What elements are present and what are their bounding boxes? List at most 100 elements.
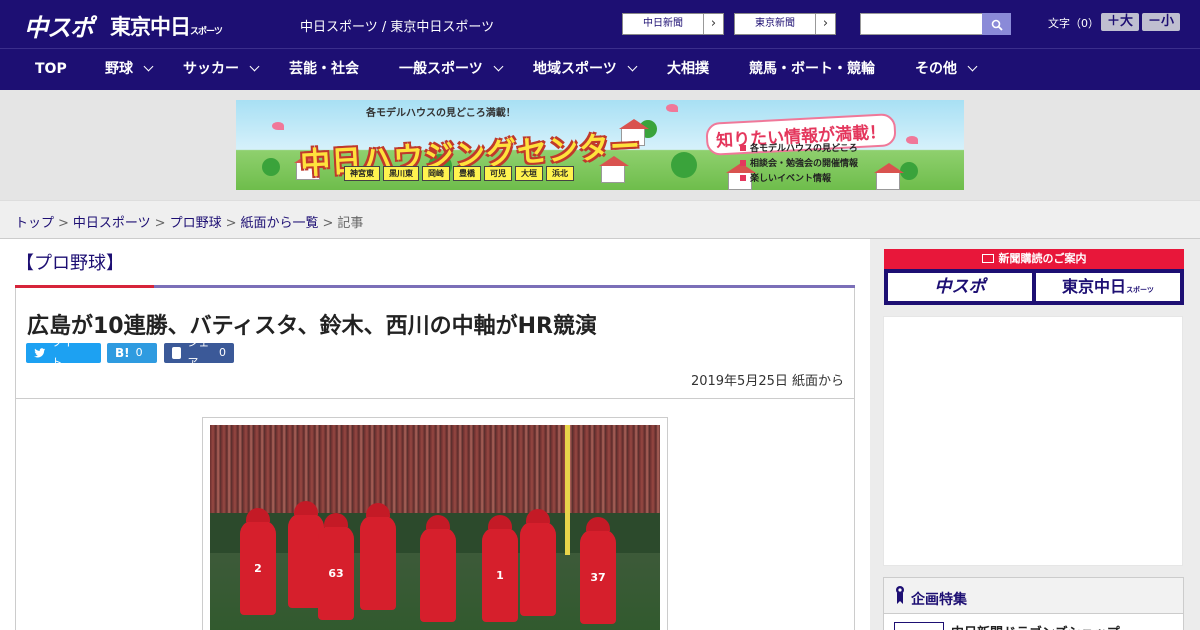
chevron-down-icon [249,61,260,72]
nav-item-other[interactable]: その他 [915,49,978,91]
banner-feature-list: 各モデルハウスの見どころ 相談会・勉強会の開催情報 楽しいイベント情報 [740,142,858,187]
player-jersey: 2 [254,562,262,575]
bullet-icon [740,145,746,151]
chunichi-shimbun-label: 中日新聞 [643,18,683,29]
search-icon [991,19,1003,31]
search-input[interactable] [860,13,983,35]
photo-player: 63 [318,513,354,620]
article-container: 広島が10連勝、バティスタ、鈴木、西川の中軸がHR競演 ツイート B! 0 シェ… [15,288,855,630]
bird-icon [272,122,284,130]
chuspo-logo[interactable]: 中スポ [24,8,94,43]
banner-city: 岡崎 [422,166,450,181]
nav-label: 一般スポーツ [399,61,483,77]
breadcrumb-link[interactable]: 紙面から一覧 [241,216,319,231]
ribbon-icon [896,586,904,604]
hatena-bookmark-button[interactable]: B! 0 [107,343,157,363]
nav-label: 地域スポーツ [533,61,617,77]
player-jersey: 63 [328,567,344,580]
font-smaller-button[interactable]: －小 [1142,13,1180,31]
tokyo-shimbun-link[interactable]: 東京新聞 › [734,13,836,35]
search-button[interactable] [982,13,1011,35]
article-title: 広島が10連勝、バティスタ、鈴木、西川の中軸がHR競演 [27,314,597,339]
site-links[interactable]: 中日スポーツ / 東京中日スポーツ [300,16,494,35]
nav-item-entertainment[interactable]: 芸能・社会 [289,49,359,91]
photo-player: 1 [482,515,518,622]
banner-city: 神宮東 [344,166,380,181]
subscription-header[interactable]: 新聞購読のご案内 [884,249,1184,269]
chevron-down-icon [143,61,154,72]
banner-city: 可児 [484,166,512,181]
banner-city: 大垣 [515,166,543,181]
hatena-icon: B! [115,346,130,360]
article-date: 2019年5月25日 紙面から [690,374,844,389]
sidebar-ad-slot[interactable] [883,316,1183,566]
breadcrumb-bar: トップ > 中日スポーツ > プロ野球 > 紙面から一覧 > 記事 [0,200,1200,239]
nav-item-general-sports[interactable]: 一般スポーツ [399,49,504,91]
bird-icon [666,104,678,112]
nav-label: 野球 [105,61,133,77]
banner-feature-text: 各モデルハウスの見どころ [750,144,858,154]
breadcrumb-separator: > [154,216,166,231]
nav-item-sumo[interactable]: 大相撲 [667,49,709,91]
breadcrumb-link[interactable]: 中日スポーツ [73,216,151,231]
nav-item-racing[interactable]: 競馬・ボート・競輪 [749,49,875,91]
house-icon [599,156,629,183]
nav-label: 芸能・社会 [289,61,359,77]
subscription-box: 新聞購読のご案内 中スポ 東京中日スポーツ [884,249,1184,305]
site-header: 中スポ 東京中日スポーツ 中日スポーツ / 東京中日スポーツ 中日新聞 › 東京… [0,0,1200,48]
banner-feature-text: 相談会・勉強会の開催情報 [750,159,859,169]
breadcrumb-separator: > [58,216,69,231]
breadcrumb-current: 記事 [337,216,364,231]
article-photo[interactable]: 2 63 1 37 [210,425,660,630]
newspaper-icon [981,254,994,263]
twitter-bird-icon [34,348,46,358]
dragons-shop-thumbnail[interactable] [894,622,944,630]
chevron-down-icon [967,61,978,72]
font-bigger-button[interactable]: ＋大 [1101,13,1139,31]
nav-item-baseball[interactable]: 野球 [105,49,154,91]
nav-item-regional-sports[interactable]: 地域スポーツ [533,49,638,91]
tree-icon [262,158,280,176]
nav-label: その他 [915,61,957,77]
feature-header: 企画特集 [884,578,1183,614]
banner-city-list: 神宮東 黒川東 岡崎 豊橋 可児 大垣 浜北 [344,166,574,181]
feature-item-dragons-shop[interactable]: 中日新聞ドラゴンズショップ [951,622,1120,630]
nav-item-soccer[interactable]: サッカー [183,49,260,91]
article-photo-frame: 2 63 1 37 [202,417,668,630]
chunichi-shimbun-link[interactable]: 中日新聞 › [622,13,724,35]
nav-item-top[interactable]: TOP [35,49,67,91]
banner-feature-item: 相談会・勉強会の開催情報 [740,157,858,172]
feature-title: 企画特集 [911,592,967,608]
banner-area: 各モデルハウスの見どころ満載！ 中日ハウジングセンター 神宮東 黒川東 岡崎 豊… [0,90,1200,200]
photo-foul-pole [565,425,570,555]
facebook-share-label: シェア [187,336,210,369]
main-nav: TOP 野球 サッカー 芸能・社会 一般スポーツ 地域スポーツ 大相撲 競馬・ボ… [0,48,1200,90]
housing-center-ad-banner[interactable]: 各モデルハウスの見どころ満載！ 中日ハウジングセンター 神宮東 黒川東 岡崎 豊… [236,100,964,190]
photo-player: 2 [240,508,276,615]
breadcrumb-link[interactable]: トップ [15,216,54,231]
photo-player [420,515,456,622]
feature-section: 企画特集 中日新聞ドラゴンズショップ [883,577,1184,630]
tokyo-chunichi-logo[interactable]: 東京中日スポーツ [110,11,223,41]
subscription-header-text: 新聞購読のご案内 [998,252,1087,265]
nav-label: 大相撲 [667,61,709,77]
breadcrumb-separator: > [225,216,237,231]
tokyo-logo-small: スポーツ [190,27,223,37]
banner-city: 浜北 [546,166,574,181]
banner-feature-item: 楽しいイベント情報 [740,172,858,187]
subscribe-tokyo-button[interactable]: 東京中日スポーツ [1036,273,1180,301]
subscribe-chuspo-button[interactable]: 中スポ [888,273,1032,301]
tokyo-shimbun-label: 東京新聞 [755,18,795,29]
tokyo-logo-text: 東京中日 [110,15,191,39]
tweet-label: ツイート [51,336,85,369]
tweet-button[interactable]: ツイート [26,336,101,369]
facebook-share-count: 0 [219,346,226,359]
photo-player [520,509,556,616]
banner-city: 黒川東 [383,166,419,181]
facebook-share-button[interactable]: シェア 0 [164,336,234,369]
breadcrumb-link[interactable]: プロ野球 [170,216,222,231]
chevron-right-icon: › [703,14,723,34]
article-category: 【プロ野球】 [16,253,124,274]
subscribe-tokyo-text: 東京中日 [1062,277,1127,296]
banner-city: 豊橋 [453,166,481,181]
